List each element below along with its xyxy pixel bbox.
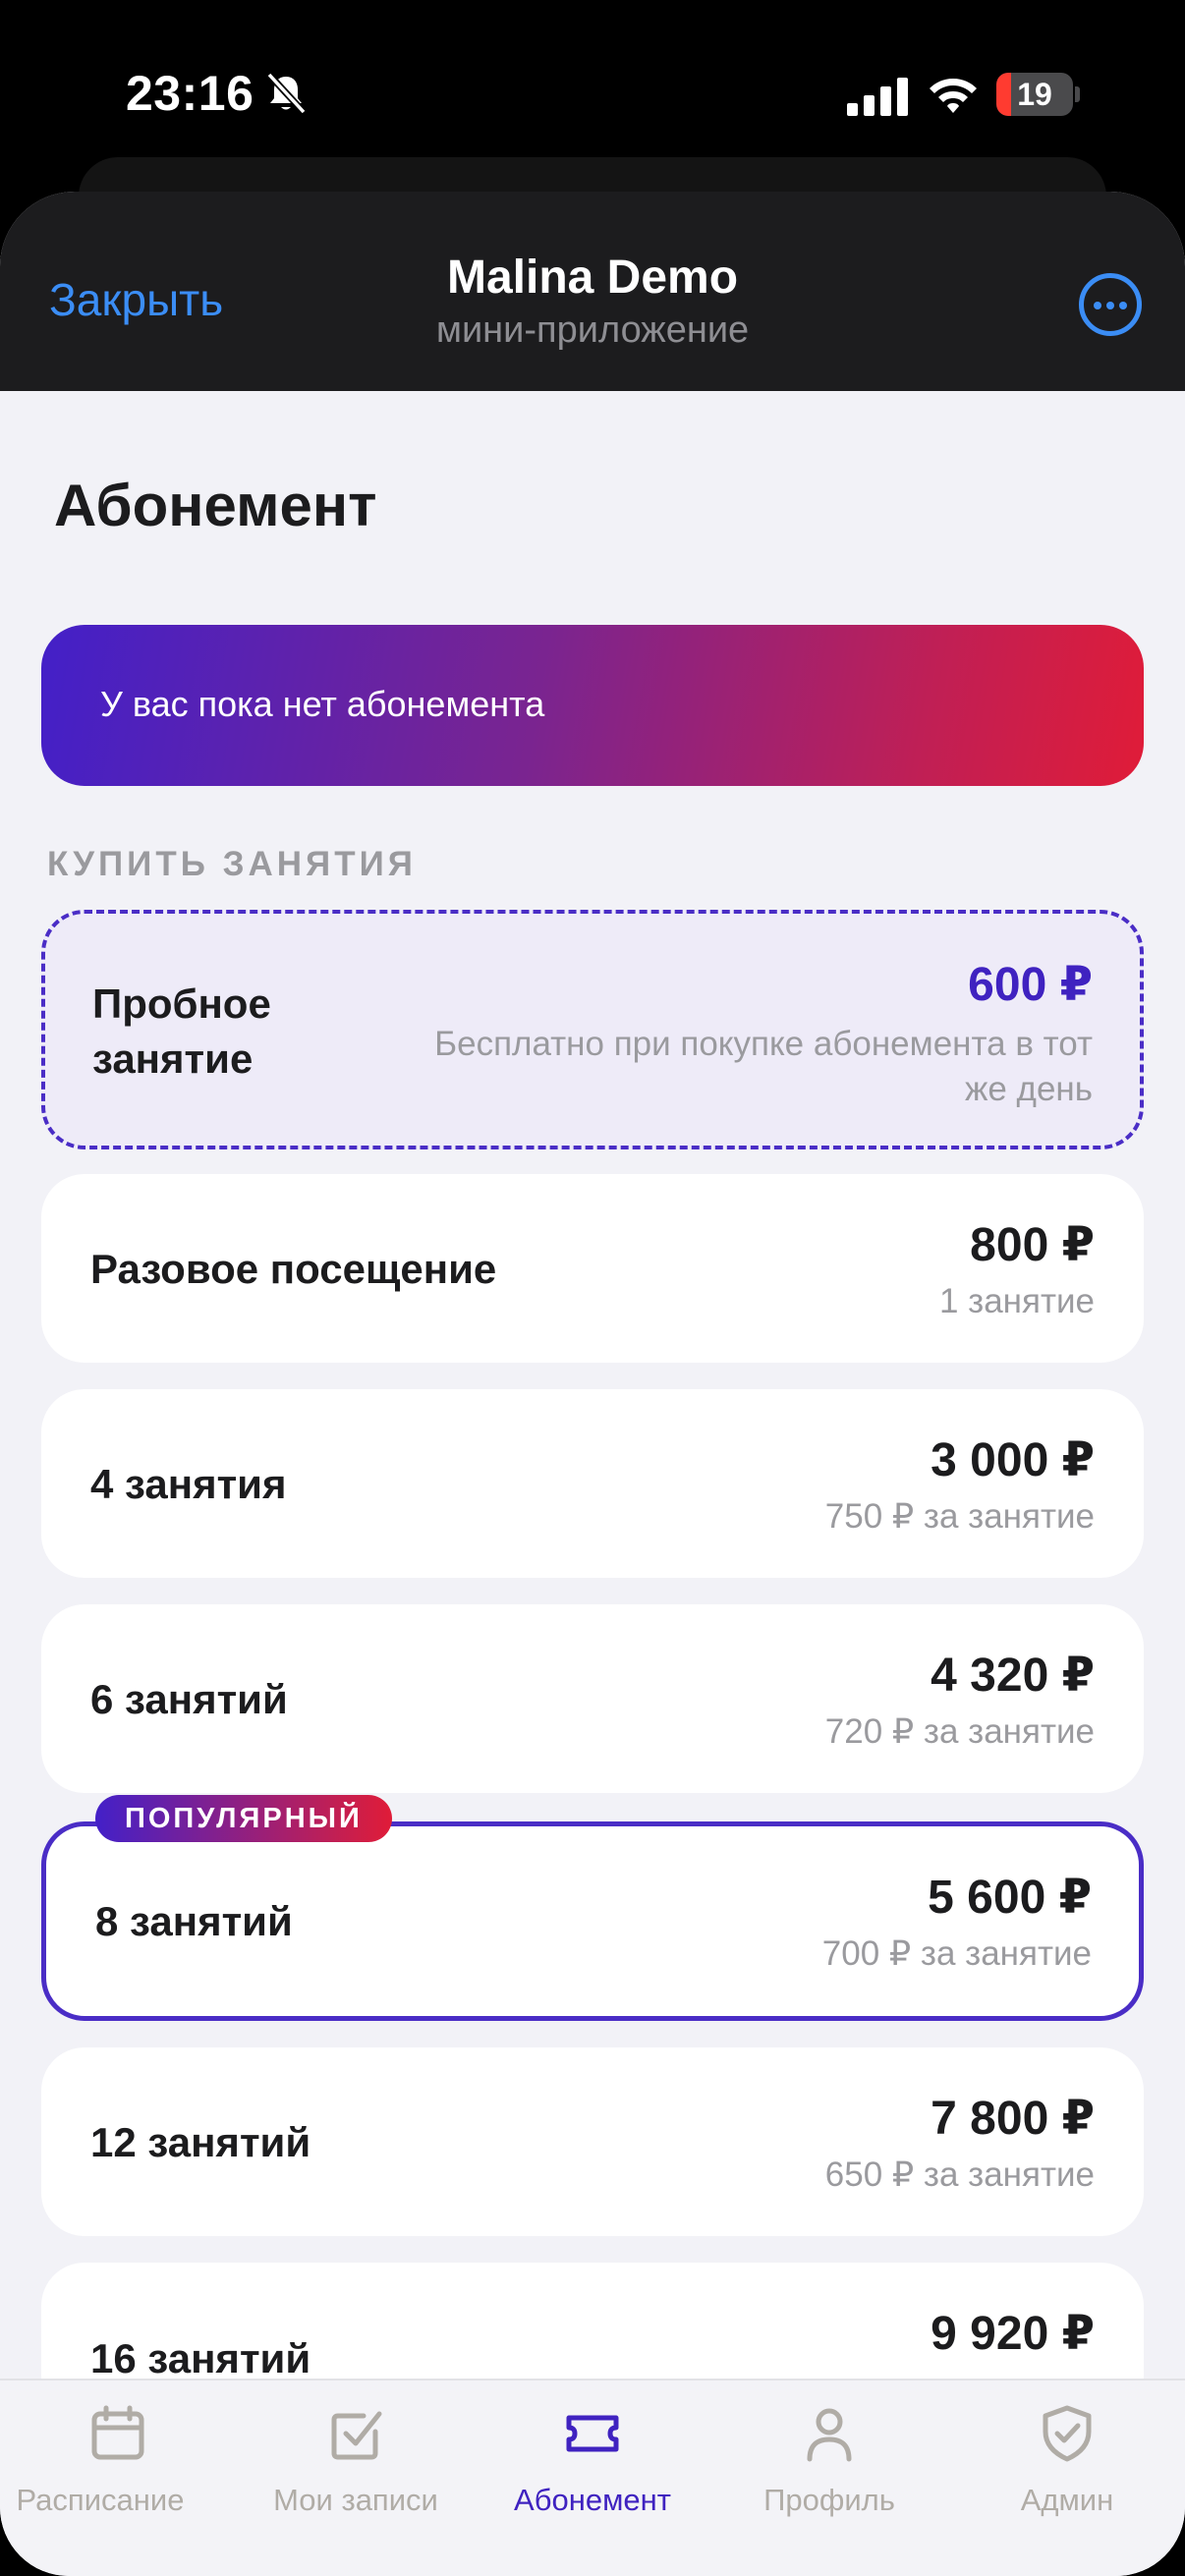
status-time: 23:16 <box>126 66 254 121</box>
checkbox-icon <box>331 2411 382 2460</box>
tab-label: Мои записи <box>273 2483 438 2517</box>
battery-indicator: 19 <box>996 73 1080 116</box>
battery-percent: 19 <box>1017 77 1052 112</box>
plan-price: 5 600 ₽ <box>928 1872 1092 1924</box>
ticket-icon <box>566 2415 619 2452</box>
plan-card-4[interactable]: 4 занятия 3 000 ₽ 750 ₽ за занятие <box>41 1389 1144 1578</box>
plan-note: 650 ₽ за занятие <box>824 2156 1095 2194</box>
more-dot-icon <box>1106 302 1114 309</box>
plan-name: 6 занятий <box>90 1676 288 1722</box>
plan-price: 600 ₽ <box>968 959 1093 1011</box>
tab-schedule[interactable]: Расписание <box>0 2380 236 2576</box>
plan-card-12[interactable]: 12 занятий 7 800 ₽ 650 ₽ за занятие <box>41 2047 1144 2236</box>
plan-note: 700 ₽ за занятие <box>821 1934 1092 1973</box>
plan-name: 4 занятия <box>90 1461 287 1507</box>
wifi-icon <box>930 79 977 113</box>
mini-app-sheet: Закрыть Malina Demo мини-приложение Абон… <box>0 192 1185 2576</box>
plan-price: 9 920 ₽ <box>931 2308 1095 2360</box>
tab-bar: Расписание Мои записи Абонемент Профиль … <box>0 2379 1185 2576</box>
tab-my-bookings[interactable]: Мои записи <box>238 2380 474 2576</box>
calendar-icon <box>91 2405 144 2460</box>
bell-slash-icon <box>266 72 307 115</box>
subscription-status-banner: У вас пока нет абонемента <box>41 625 1144 786</box>
mini-app-header: Закрыть Malina Demo мини-приложение <box>0 192 1185 391</box>
tab-profile[interactable]: Профиль <box>711 2380 947 2576</box>
screen: 23:16 19 Закрыть Malina Demo мини-прилож… <box>0 0 1185 2576</box>
plan-name: Пробное занятие <box>92 980 271 1082</box>
plan-note: Бесплатно при покупке абонемента в тот ж… <box>434 1025 1093 1108</box>
plan-name: 16 занятий <box>90 2335 311 2381</box>
tab-admin[interactable]: Админ <box>949 2380 1185 2576</box>
plan-name: Разовое посещение <box>90 1246 497 1292</box>
plan-card-trial[interactable]: Пробное занятие 600 ₽ Бесплатно при поку… <box>41 910 1144 1149</box>
tab-label: Админ <box>1020 2483 1114 2517</box>
more-dot-icon <box>1119 302 1127 309</box>
plan-note: 720 ₽ за занятие <box>824 1712 1095 1751</box>
section-label: КУПИТЬ ЗАНЯТИЯ <box>47 845 417 883</box>
plan-note: 750 ₽ за занятие <box>824 1497 1095 1536</box>
more-dot-icon <box>1094 302 1101 309</box>
popular-badge: ПОПУЛЯРНЫЙ <box>95 1795 392 1842</box>
tab-label: Расписание <box>16 2483 185 2517</box>
plan-note: 1 занятие <box>938 1282 1095 1320</box>
person-icon <box>807 2408 852 2462</box>
page-title: Абонемент <box>54 473 377 538</box>
plan-price: 4 320 ₽ <box>931 1650 1095 1702</box>
plan-price: 800 ₽ <box>970 1219 1095 1271</box>
app-title: Malina Demo <box>446 252 739 304</box>
plan-name: 8 занятий <box>95 1898 293 1944</box>
more-options-button[interactable] <box>1079 273 1142 336</box>
plan-card-6[interactable]: 6 занятий 4 320 ₽ 720 ₽ за занятие <box>41 1604 1144 1793</box>
cellular-signal-icon <box>847 78 908 116</box>
tab-label: Абонемент <box>514 2483 671 2517</box>
banner-text: У вас пока нет абонемента <box>100 684 545 724</box>
plan-price: 3 000 ₽ <box>931 1434 1095 1486</box>
app-subtitle: мини-приложение <box>435 309 750 351</box>
plan-price: 7 800 ₽ <box>931 2093 1095 2145</box>
plan-card-single[interactable]: Разовое посещение 800 ₽ 1 занятие <box>41 1174 1144 1363</box>
tab-label: Профиль <box>763 2483 895 2517</box>
plan-name: 12 занятий <box>90 2119 311 2165</box>
plan-card-8[interactable]: ПОПУЛЯРНЫЙ 8 занятий 5 600 ₽ 700 ₽ за за… <box>41 1795 1144 2021</box>
shield-check-icon <box>1043 2405 1092 2462</box>
tab-subscription[interactable]: Абонемент <box>475 2380 710 2576</box>
